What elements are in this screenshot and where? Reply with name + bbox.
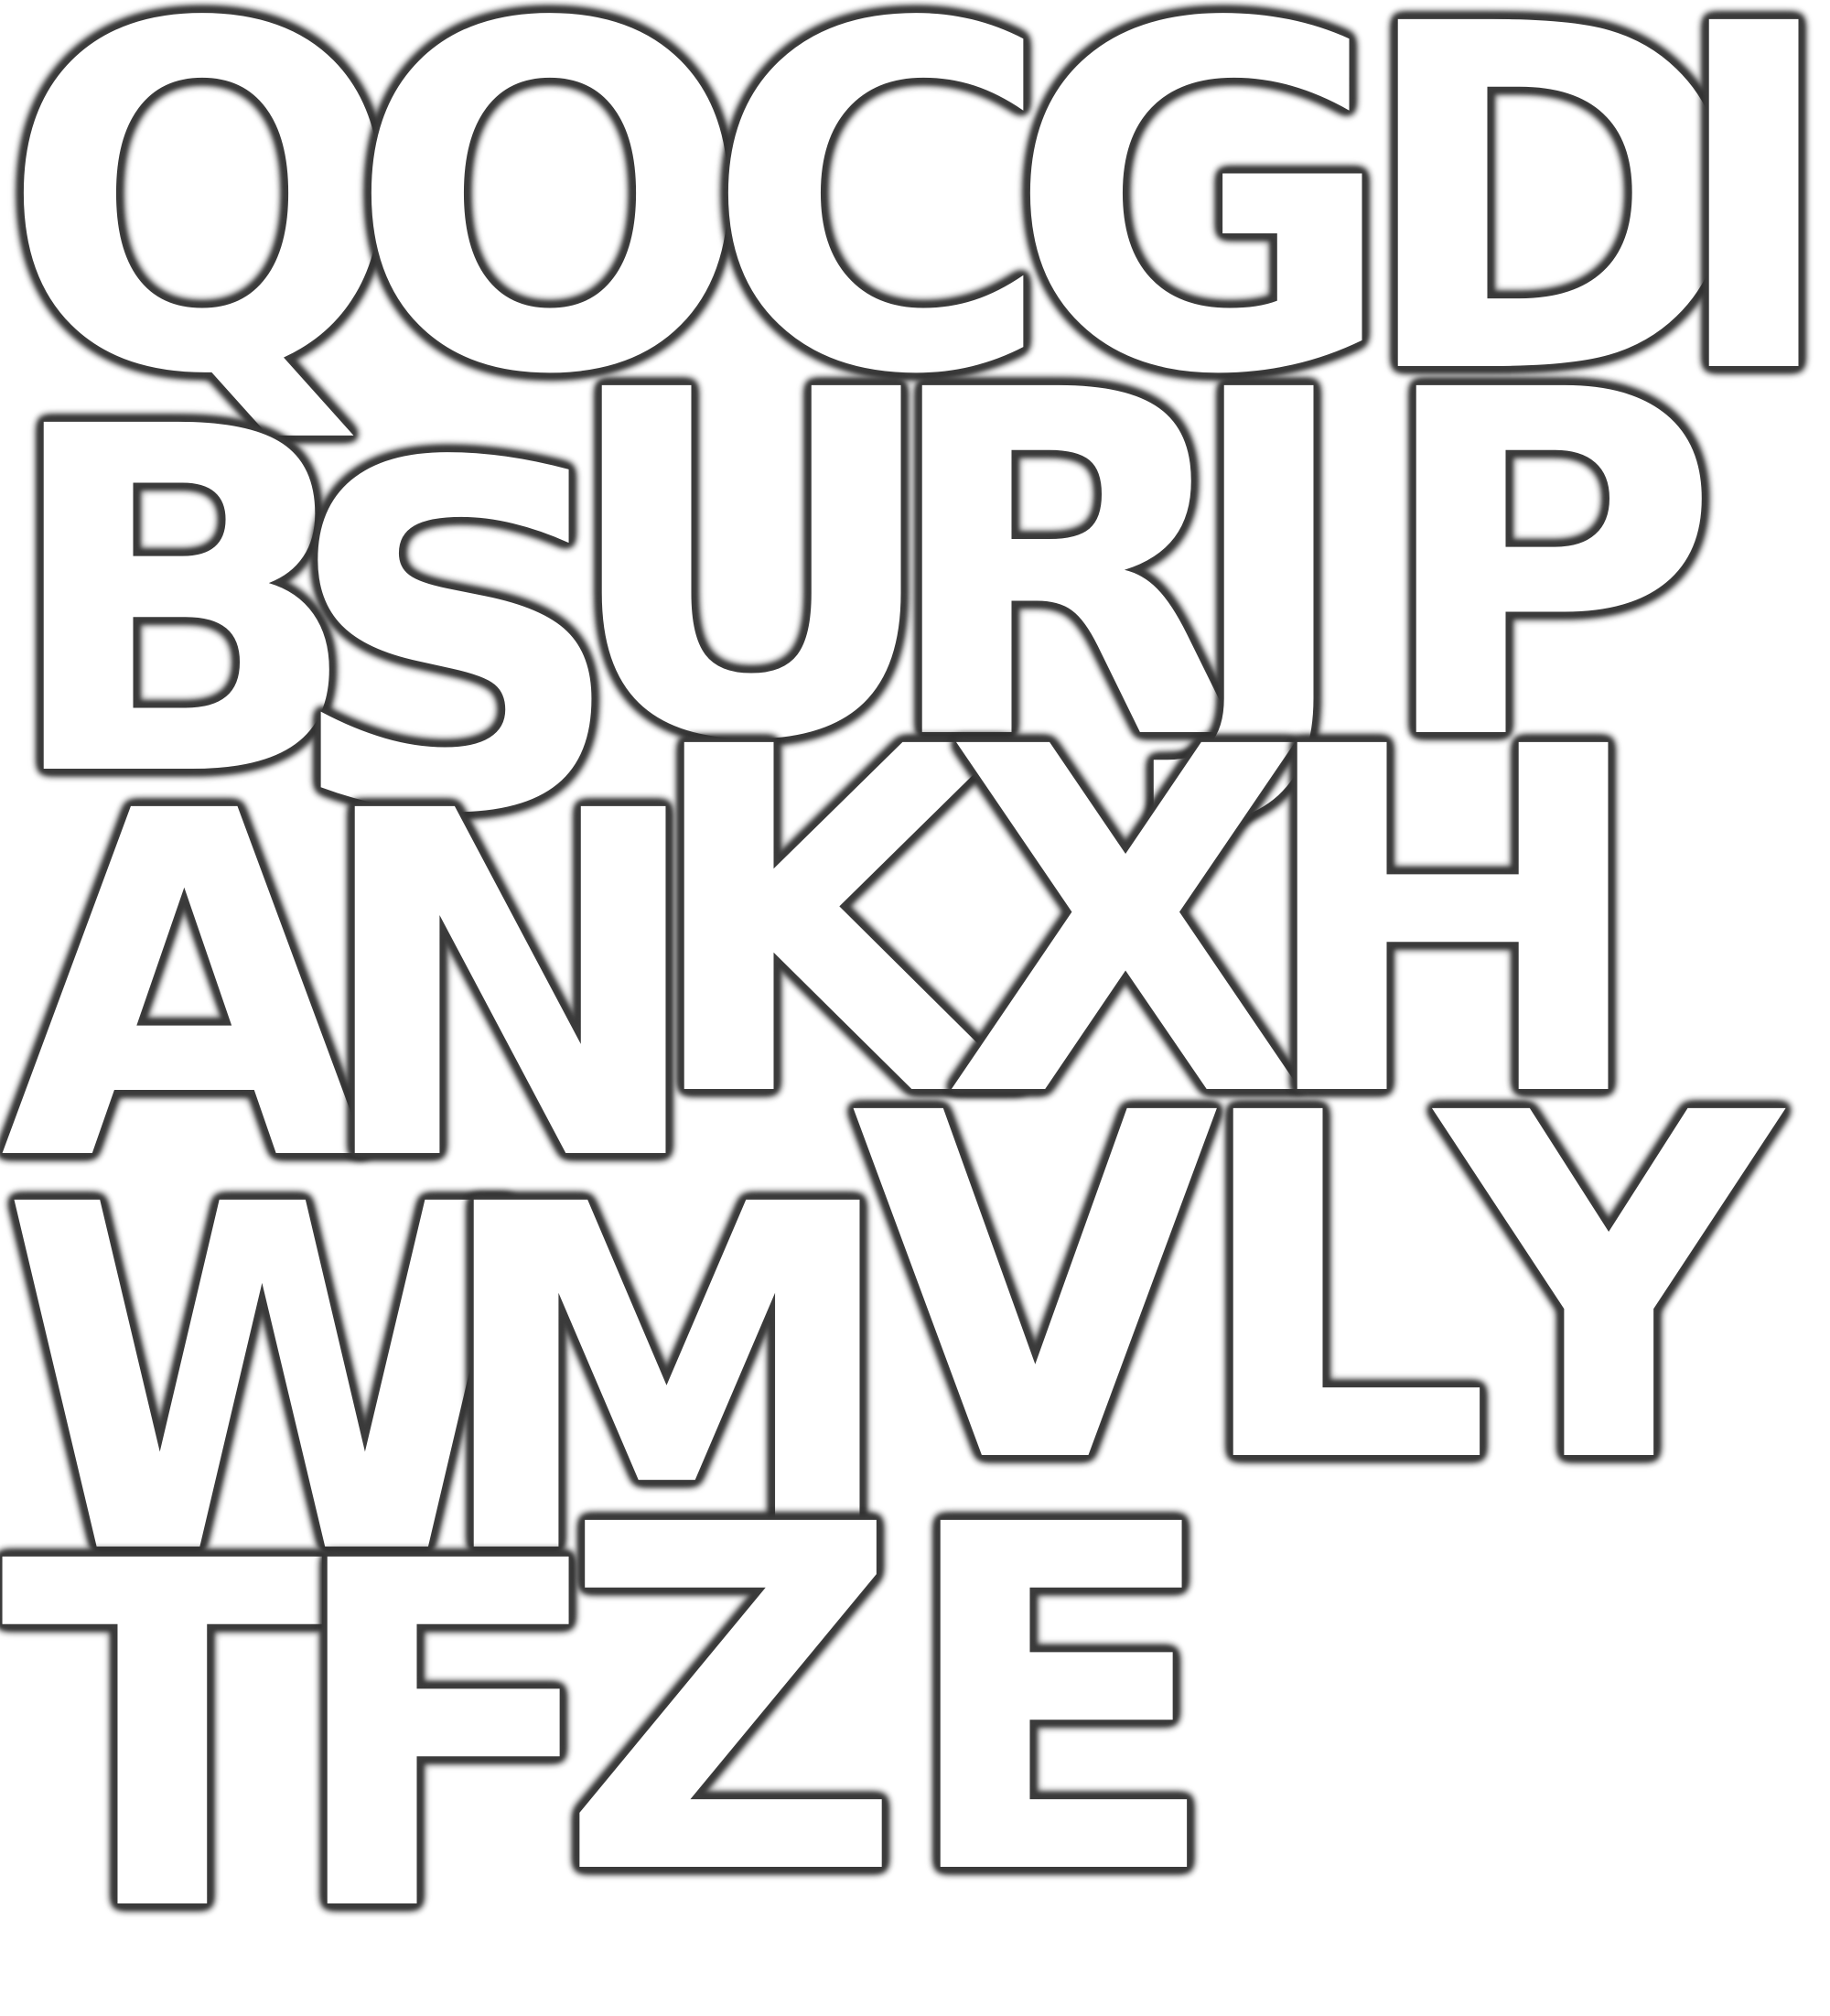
letter-e: E <box>897 1425 1222 1979</box>
letter-y: Y <box>1437 1013 1782 1568</box>
letters-canvas: Q O C G D I B S U R J P A N K X H W M V … <box>0 0 1830 1977</box>
letter-t: T <box>0 1461 325 2016</box>
letter-z: Z <box>558 1425 904 1979</box>
